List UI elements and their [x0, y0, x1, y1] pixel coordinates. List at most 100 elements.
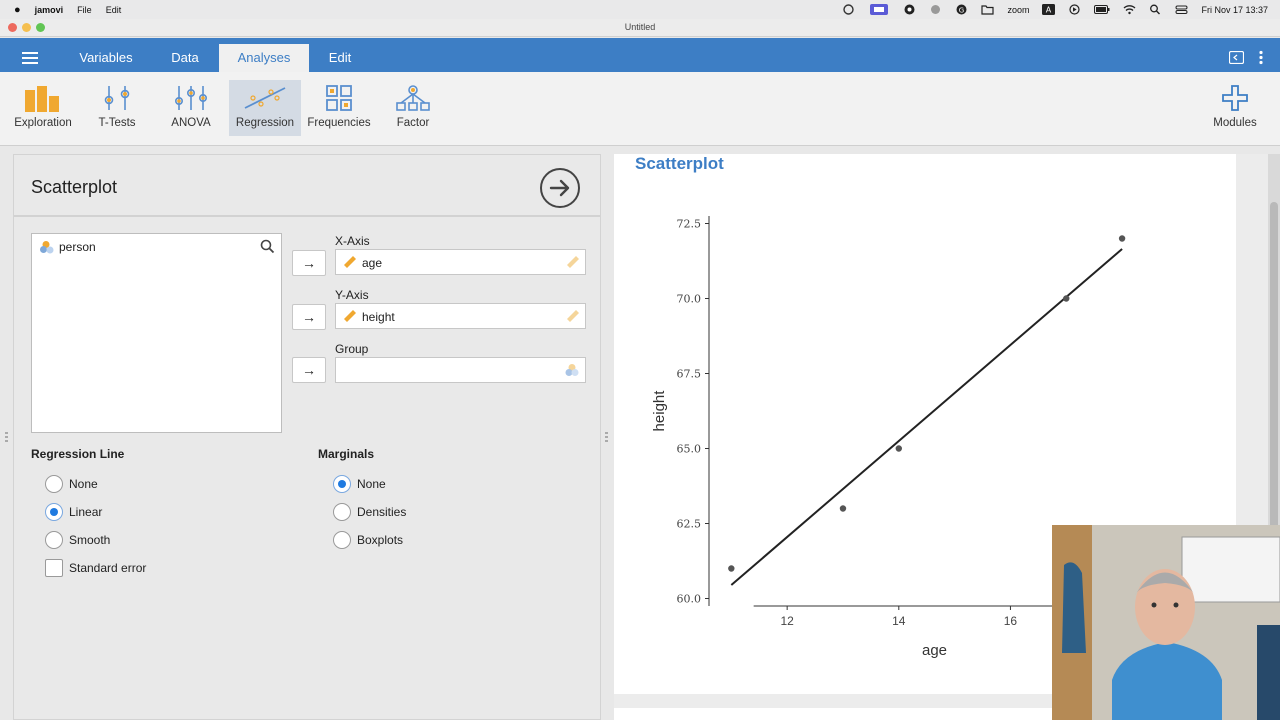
- factor-button[interactable]: Factor: [377, 80, 449, 136]
- continuous-type-icon: [567, 256, 579, 268]
- radio-regression-smooth[interactable]: [45, 531, 63, 549]
- radio-regression-none[interactable]: [45, 475, 63, 493]
- variable-list[interactable]: person: [31, 233, 282, 433]
- regression-none-option[interactable]: None: [45, 475, 98, 493]
- panel-splitter-handle[interactable]: [605, 432, 608, 444]
- x-axis-label: X-Axis: [335, 234, 370, 248]
- flower-icon[interactable]: [929, 4, 942, 15]
- y-tick-label: 60.0: [677, 593, 702, 606]
- continuous-type-icon: [567, 310, 579, 322]
- left-splitter-handle[interactable]: [5, 432, 8, 444]
- screen-share-icon[interactable]: [868, 4, 890, 15]
- radio-marginals-boxplots[interactable]: [333, 531, 351, 549]
- marginals-boxplots-option[interactable]: Boxplots: [333, 531, 403, 549]
- x-tick-label: 16: [1004, 614, 1018, 628]
- exploration-button[interactable]: Exploration: [7, 80, 79, 136]
- menu-file[interactable]: File: [77, 5, 92, 15]
- exploration-icon: [25, 86, 59, 112]
- x-axis-value: age: [362, 256, 383, 270]
- tab-data[interactable]: Data: [160, 44, 210, 72]
- t-tests-button[interactable]: T-Tests: [81, 80, 153, 136]
- menu-edit[interactable]: Edit: [106, 5, 122, 15]
- more-options-icon[interactable]: [1258, 50, 1264, 65]
- zoom-status[interactable]: zoom: [1007, 5, 1029, 15]
- radio-marginals-none[interactable]: [333, 475, 351, 493]
- spotlight-search-icon[interactable]: [1149, 4, 1162, 15]
- group-label: Group: [335, 342, 369, 356]
- regression-smooth-option[interactable]: Smooth: [45, 531, 110, 549]
- regression-linear-option[interactable]: Linear: [45, 503, 102, 521]
- radio-regression-linear[interactable]: [45, 503, 63, 521]
- window-title: Untitled: [624, 22, 656, 32]
- radio-label: Smooth: [69, 533, 111, 547]
- hamburger-menu-icon[interactable]: [22, 52, 38, 64]
- x-axis-field[interactable]: age: [335, 249, 586, 275]
- regression-line-heading: Regression Line: [31, 447, 125, 461]
- x-axis-title: age: [922, 642, 947, 659]
- y-axis-value: height: [362, 310, 395, 324]
- t-tests-label: T-Tests: [98, 117, 136, 129]
- group-field[interactable]: [335, 357, 586, 383]
- presenter-video-image: [1052, 525, 1280, 720]
- tab-analyses[interactable]: Analyses: [219, 44, 309, 72]
- continuous-variable-icon: [344, 310, 356, 322]
- anova-button[interactable]: ANOVA: [155, 80, 227, 136]
- control-center-icon[interactable]: [1175, 4, 1188, 15]
- regression-icon: [244, 87, 286, 109]
- g-icon[interactable]: G: [955, 4, 968, 15]
- regression-label: Regression: [235, 117, 295, 129]
- wifi-icon[interactable]: [1123, 4, 1136, 15]
- nominal-variable-icon: [40, 241, 54, 254]
- radio-marginals-densities[interactable]: [333, 503, 351, 521]
- analyses-ribbon: Exploration T-Tests ANOVA Regression Fre…: [0, 72, 1280, 146]
- t-tests-icon: [104, 86, 130, 110]
- radio-label: Densities: [357, 505, 407, 519]
- standard-error-checkbox[interactable]: [45, 559, 63, 577]
- variable-item-person[interactable]: person: [39, 240, 96, 254]
- tab-variables[interactable]: Variables: [70, 44, 142, 72]
- input-source-icon[interactable]: A: [1042, 4, 1056, 15]
- battery-icon[interactable]: [1094, 4, 1110, 15]
- frequencies-button[interactable]: Frequencies: [303, 80, 375, 136]
- modules-button[interactable]: Modules: [1199, 80, 1271, 136]
- y-tick-label: 65.0: [677, 443, 702, 456]
- move-to-x-axis-button[interactable]: →: [292, 250, 326, 276]
- record-icon[interactable]: [903, 4, 916, 15]
- tab-edit[interactable]: Edit: [318, 44, 362, 72]
- radio-label: Linear: [69, 505, 103, 519]
- y-axis-field[interactable]: height: [335, 303, 586, 329]
- svg-text:G: G: [959, 6, 964, 14]
- window-title-bar: Untitled: [0, 19, 1280, 37]
- x-tick-label: 12: [780, 614, 794, 628]
- regression-button[interactable]: Regression: [229, 80, 301, 136]
- move-to-y-axis-button[interactable]: →: [292, 304, 326, 330]
- frequencies-icon: [326, 85, 352, 111]
- results-mode-icon[interactable]: [1229, 51, 1244, 64]
- modules-label: Modules: [1213, 117, 1257, 129]
- radio-label: Boxplots: [357, 533, 404, 547]
- factor-icon: [396, 85, 430, 111]
- app-menu-jamovi[interactable]: jamovi: [35, 5, 64, 15]
- marginals-densities-option[interactable]: Densities: [333, 503, 406, 521]
- plus-icon: [1222, 85, 1248, 111]
- y-axis-title: height: [651, 390, 668, 432]
- menubar-datetime: Fri Nov 17 13:37: [1201, 4, 1268, 15]
- exploration-label: Exploration: [14, 117, 72, 129]
- marginals-heading: Marginals: [318, 447, 375, 461]
- options-title: Scatterplot: [31, 177, 118, 197]
- status-circle-icon[interactable]: [842, 4, 855, 15]
- x-tick-label: 14: [892, 614, 906, 628]
- apple-icon[interactable]: ●: [14, 4, 21, 16]
- mac-menu-bar: ● jamovi File Edit G zoom A Fri Nov 17 1…: [0, 0, 1280, 19]
- factor-label: Factor: [396, 117, 430, 129]
- marginals-none-option[interactable]: None: [333, 475, 386, 493]
- play-icon[interactable]: [1068, 4, 1081, 15]
- move-to-group-button[interactable]: →: [292, 357, 326, 383]
- search-icon[interactable]: [260, 239, 275, 254]
- run-analysis-button[interactable]: [540, 168, 580, 208]
- standard-error-option[interactable]: Standard error: [45, 559, 146, 577]
- scatterplot-options-panel: Scatterplot person → X-Axis age → Y-Axis…: [13, 154, 601, 720]
- data-point: [1118, 235, 1126, 242]
- folder-icon[interactable]: [981, 4, 995, 15]
- arrow-right-icon: [549, 179, 570, 197]
